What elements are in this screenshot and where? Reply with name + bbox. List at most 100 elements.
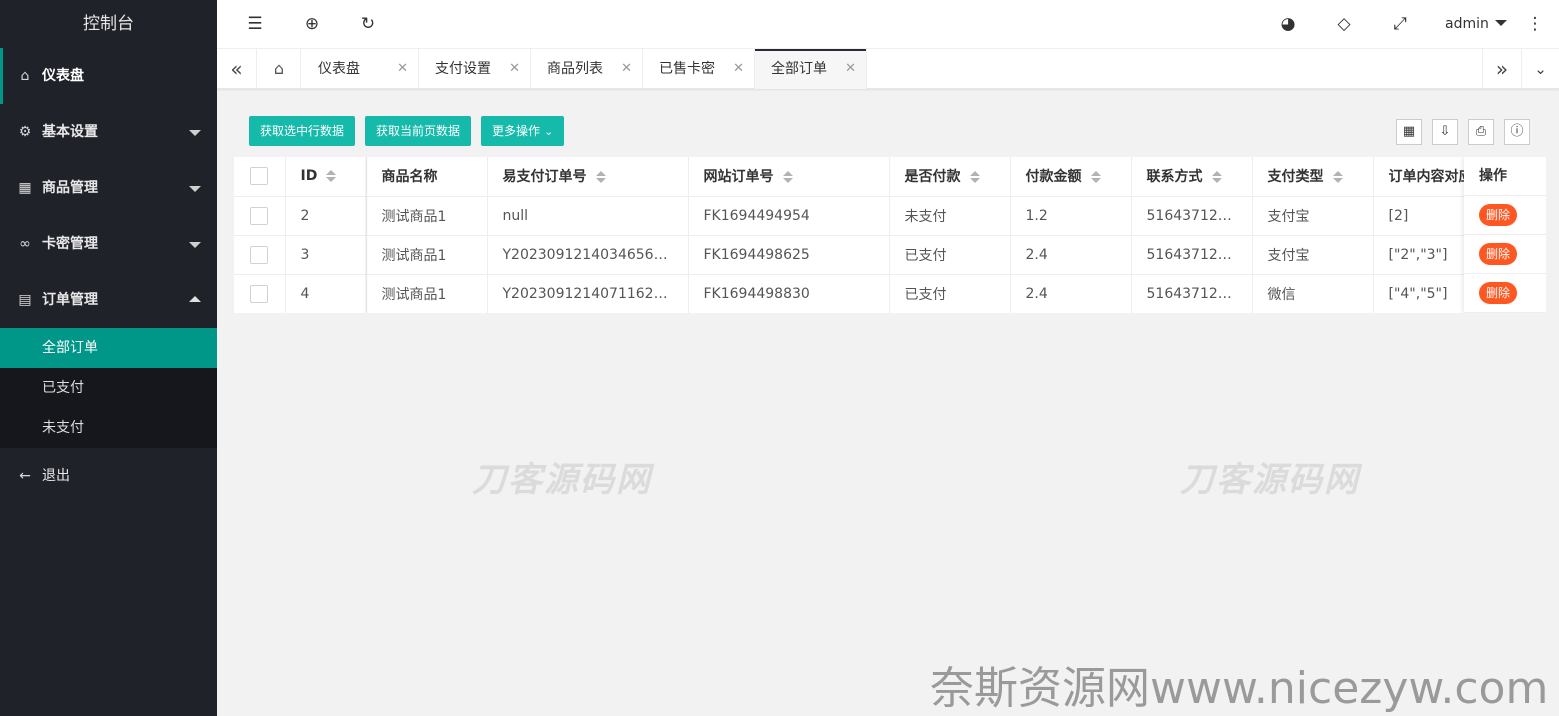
top-header: ☰ ⊕ ↻ ◕ ◇ ⤢ admin ⋮ (217, 0, 1559, 49)
column-label: 联系方式 (1146, 169, 1203, 186)
sidebar-subitem-all-orders[interactable]: 全部订单 (0, 328, 217, 368)
tab-home-icon[interactable]: ⌂ (258, 49, 301, 89)
sidebar-item-label: 订单管理 (42, 292, 98, 308)
row-checkbox[interactable] (250, 284, 269, 303)
tab-dashboard[interactable]: 仪表盘 ✕ (302, 49, 419, 89)
get-current-page-button[interactable]: 获取当前页数据 (365, 116, 472, 146)
caret-up-icon (189, 296, 201, 302)
caret-down-icon (189, 186, 201, 192)
close-icon[interactable]: ✕ (733, 49, 744, 89)
export-icon[interactable]: ⇩ (1432, 119, 1458, 145)
close-icon[interactable]: ✕ (845, 49, 856, 89)
cell-epay-order-no: Y2023091214071162611 (487, 274, 689, 313)
column-label: ID (300, 168, 318, 185)
sidebar-item-label: 商品管理 (42, 180, 98, 196)
sidebar-subitem-unpaid[interactable]: 未支付 (0, 408, 217, 448)
row-checkbox[interactable] (250, 245, 269, 264)
cell-id: 4 (285, 274, 367, 313)
user-name: admin (1445, 16, 1489, 32)
sidebar: 控制台 ⌂ 仪表盘 ⚙ 基本设置 ▦ 商品管理 ∞ 卡密管理 ▤ 订单管理 全部… (0, 0, 217, 716)
sidebar-item-dashboard[interactable]: ⌂ 仪表盘 (0, 48, 217, 104)
cell-pay-type: 微信 (1252, 274, 1374, 313)
columns-filter-icon[interactable]: ▦ (1396, 119, 1422, 145)
column-header-product-name: 商品名称 (366, 157, 488, 197)
tab-scroll-left-icon[interactable]: « (217, 49, 257, 89)
cell-id: 2 (285, 196, 367, 236)
sort-icon[interactable] (326, 169, 337, 183)
tag-icon[interactable]: ◇ (1326, 0, 1362, 49)
column-header-id[interactable]: ID (285, 157, 367, 197)
row-checkbox[interactable] (250, 206, 269, 225)
user-menu[interactable]: admin (1445, 0, 1507, 49)
column-header-paid[interactable]: 是否付款 (889, 157, 1011, 197)
print-icon[interactable]: ⎙ (1468, 119, 1494, 145)
sidebar-item-order-management[interactable]: ▤ 订单管理 (0, 272, 217, 328)
fullscreen-icon[interactable]: ⤢ (1382, 0, 1418, 49)
sidebar-subitem-paid[interactable]: 已支付 (0, 368, 217, 408)
column-label: 订单内容对应 (1388, 169, 1473, 186)
cell-product-name: 测试商品1 (366, 196, 488, 236)
delete-button[interactable]: 删除 (1479, 282, 1518, 304)
cell-product-name: 测试商品1 (366, 235, 488, 275)
sort-icon[interactable] (1211, 170, 1222, 184)
table-header-row: ID 商品名称 易支付订单号 网站订单号 是否付款 付款金额 联系方式 支付类型… (234, 157, 1546, 197)
info-icon[interactable]: ⓘ (1504, 119, 1530, 145)
delete-button[interactable]: 删除 (1479, 204, 1518, 226)
column-header-amount[interactable]: 付款金额 (1010, 157, 1132, 197)
tab-all-orders[interactable]: 全部订单 ✕ (755, 49, 867, 89)
row-select-cell (234, 274, 286, 313)
delete-button[interactable]: 删除 (1479, 243, 1518, 265)
table-row[interactable]: 2 测试商品1 null FK1694494954 未支付 1.2 516437… (234, 196, 1546, 236)
tab-sold-cards[interactable]: 已售卡密 ✕ (643, 49, 755, 89)
column-header-site-order-no[interactable]: 网站订单号 (688, 157, 890, 197)
tab-menu-chevron-down-icon[interactable]: ⌄ (1521, 49, 1559, 89)
sort-icon[interactable] (1332, 170, 1343, 184)
tab-scroll-right-icon[interactable]: » (1482, 49, 1521, 89)
theme-icon[interactable]: ◕ (1270, 0, 1306, 49)
cell-epay-order-no: null (487, 196, 689, 236)
sidebar-item-basic-settings[interactable]: ⚙ 基本设置 (0, 104, 217, 160)
cell-epay-order-no: Y2023091214034656015 (487, 235, 689, 275)
sort-icon[interactable] (782, 170, 793, 184)
arrow-left-icon: ← (19, 468, 31, 484)
row-select-cell (234, 235, 286, 275)
caret-down-icon (189, 130, 201, 136)
column-label: 支付类型 (1267, 169, 1324, 186)
refresh-icon[interactable]: ↻ (350, 0, 386, 49)
cell-paid: 已支付 (889, 235, 1011, 275)
caret-down-icon (189, 242, 201, 248)
close-icon[interactable]: ✕ (621, 49, 632, 89)
close-icon[interactable]: ✕ (397, 49, 408, 89)
watermark-bottom: 奈斯资源网www.nicezyw.com (930, 663, 1549, 714)
sidebar-item-logout[interactable]: ← 退出 (0, 448, 217, 504)
fixed-column-shadow (365, 157, 368, 313)
column-header-pay-type[interactable]: 支付类型 (1252, 157, 1374, 197)
tab-label: 全部订单 (771, 61, 827, 77)
cell-pay-type: 支付宝 (1252, 196, 1374, 236)
more-actions-button[interactable]: 更多操作 ⌄ (481, 116, 565, 146)
sort-icon[interactable] (969, 170, 980, 184)
more-vertical-icon[interactable]: ⋮ (1517, 0, 1553, 49)
sidebar-item-card-management[interactable]: ∞ 卡密管理 (0, 216, 217, 272)
table-row[interactable]: 3 测试商品1 Y2023091214034656015 FK169449862… (234, 235, 1546, 275)
close-icon[interactable]: ✕ (509, 49, 520, 89)
caret-down-icon (1494, 20, 1507, 26)
cell-contact: 516437129… (1131, 235, 1253, 275)
sort-icon[interactable] (595, 170, 606, 184)
tab-payment-settings[interactable]: 支付设置 ✕ (419, 49, 531, 89)
operations-column: 操作 删除 删除 删除 (1464, 157, 1546, 313)
cell-site-order-no: FK1694494954 (688, 196, 890, 236)
tab-product-list[interactable]: 商品列表 ✕ (531, 49, 643, 89)
globe-icon[interactable]: ⊕ (294, 0, 330, 49)
get-selected-rows-button[interactable]: 获取选中行数据 (249, 116, 356, 146)
select-all-checkbox[interactable] (250, 167, 269, 186)
column-header-contact[interactable]: 联系方式 (1131, 157, 1253, 197)
sidebar-item-product-management[interactable]: ▦ 商品管理 (0, 160, 217, 216)
sidebar-item-label: 退出 (42, 468, 70, 484)
sort-icon[interactable] (1090, 170, 1101, 184)
table-row[interactable]: 4 测试商品1 Y2023091214071162611 FK169449883… (234, 274, 1546, 313)
ops-cell: 删除 (1464, 274, 1546, 313)
collapse-menu-icon[interactable]: ☰ (237, 0, 273, 49)
tab-bar: « ⌂ 仪表盘 ✕ 支付设置 ✕ 商品列表 ✕ 已售卡密 ✕ 全部订单 ✕ » ⌄ (217, 49, 1559, 89)
column-header-epay-order-no[interactable]: 易支付订单号 (487, 157, 689, 197)
